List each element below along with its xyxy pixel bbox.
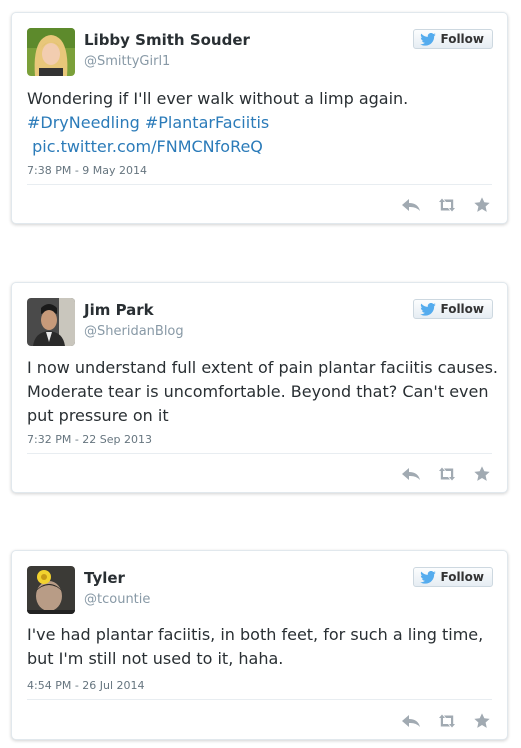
favorite-star-icon[interactable]: [473, 196, 493, 214]
follow-button[interactable]: Follow: [413, 567, 493, 587]
tweet-text-line: put pressure on it: [27, 406, 169, 425]
tweet-actions: [401, 196, 493, 214]
tweet-text-line: Wondering if I'll ever walk without a li…: [27, 89, 409, 108]
retweet-icon[interactable]: [437, 712, 457, 730]
tweet-actions: [401, 712, 493, 730]
avatar[interactable]: [27, 298, 75, 346]
follow-button[interactable]: Follow: [413, 299, 493, 319]
divider: [27, 699, 492, 700]
follow-label: Follow: [440, 570, 484, 584]
tweet-card: Tyler @tcountie Follow I've had plantar …: [11, 550, 508, 740]
author-handle[interactable]: @tcountie: [84, 592, 150, 607]
follow-label: Follow: [440, 32, 484, 46]
twitter-bird-icon: [420, 570, 437, 584]
divider: [27, 453, 492, 454]
avatar[interactable]: [27, 566, 75, 614]
media-link[interactable]: pic.twitter.com/FNMCNfoReQ: [27, 135, 492, 159]
favorite-star-icon[interactable]: [473, 465, 493, 483]
favorite-star-icon[interactable]: [473, 712, 493, 730]
follow-button[interactable]: Follow: [413, 29, 493, 49]
avatar[interactable]: [27, 28, 75, 76]
tweet-card: Libby Smith Souder @SmittyGirl1 Follow W…: [11, 12, 508, 224]
reply-icon[interactable]: [401, 465, 421, 483]
tweet-text: I now understand full extent of pain pla…: [27, 356, 498, 428]
timestamp[interactable]: 4:54 PM - 26 Jul 2014: [27, 679, 145, 692]
hashtag-link[interactable]: #DryNeedling #PlantarFaciitis: [27, 111, 492, 135]
tweet-actions: [401, 465, 493, 483]
divider: [27, 184, 492, 185]
tweet-text-line: but I'm still not used to it, haha.: [27, 649, 284, 668]
timestamp[interactable]: 7:32 PM - 22 Sep 2013: [27, 433, 152, 446]
author-handle[interactable]: @SheridanBlog: [84, 324, 184, 339]
retweet-icon[interactable]: [437, 465, 457, 483]
author-name[interactable]: Tyler: [84, 569, 125, 587]
follow-label: Follow: [440, 302, 484, 316]
tweet-text-line: Moderate tear is uncomfortable. Beyond t…: [27, 382, 489, 401]
twitter-bird-icon: [420, 32, 437, 46]
author-name[interactable]: Libby Smith Souder: [84, 31, 250, 49]
tweet-text: I've had plantar faciitis, in both feet,…: [27, 623, 492, 671]
tweet-card: Jim Park @SheridanBlog Follow I now unde…: [11, 282, 508, 493]
tweet-text-line: I've had plantar faciitis, in both feet,…: [27, 625, 484, 644]
timestamp[interactable]: 7:38 PM - 9 May 2014: [27, 164, 147, 177]
tweet-text-line: I now understand full extent of pain pla…: [27, 358, 498, 377]
tweet-text: Wondering if I'll ever walk without a li…: [27, 87, 492, 159]
retweet-icon[interactable]: [437, 196, 457, 214]
reply-icon[interactable]: [401, 196, 421, 214]
author-name[interactable]: Jim Park: [84, 301, 154, 319]
author-handle[interactable]: @SmittyGirl1: [84, 54, 170, 69]
twitter-bird-icon: [420, 302, 437, 316]
reply-icon[interactable]: [401, 712, 421, 730]
